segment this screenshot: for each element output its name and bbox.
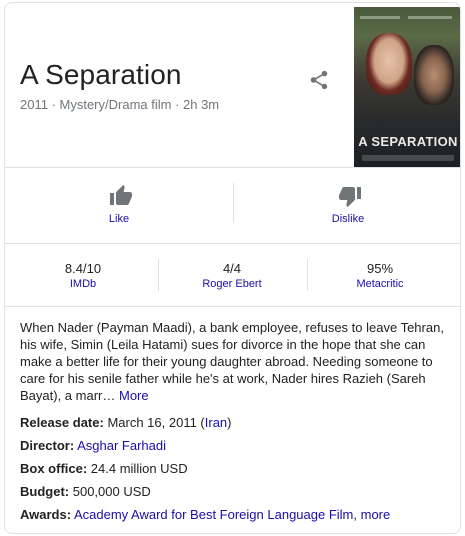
rating-value: 95% xyxy=(366,261,394,276)
fact-label: Release date: xyxy=(20,415,104,430)
fact-value: March 16, 2011 ( xyxy=(107,415,205,430)
fact-release-date: Release date: March 16, 2011 (Iran) xyxy=(20,415,232,430)
fact-value: 24.4 million USD xyxy=(90,461,188,476)
rating-source-link[interactable]: Metacritic xyxy=(304,278,456,290)
fact-label: Director: xyxy=(20,438,75,453)
rating-imdb[interactable]: 8.4/10 IMDb xyxy=(7,244,159,306)
fact-value-close: ) xyxy=(227,415,232,430)
poster-credits-strip xyxy=(360,11,456,21)
movie-description: When Nader (Payman Maadi), a bank employ… xyxy=(20,319,450,404)
like-button[interactable]: Like xyxy=(5,167,233,243)
movie-subtitle: 2011 · Mystery/Drama film · 2h 3m xyxy=(20,97,220,112)
knowledge-panel-card: A Separation 2011 · Mystery/Drama film ·… xyxy=(4,2,461,534)
poster-figure-woman xyxy=(366,33,412,95)
poster-billing-block xyxy=(362,155,454,161)
fact-label: Box office: xyxy=(20,461,88,476)
more-link[interactable]: More xyxy=(119,388,149,403)
poster-figure-man xyxy=(414,45,454,105)
fact-value: 500,000 USD xyxy=(72,484,151,499)
thumbs-down-icon xyxy=(339,187,361,207)
thumbs-up-icon xyxy=(110,185,132,205)
dislike-label: Dislike xyxy=(331,213,365,225)
fact-box-office: Box office: 24.4 million USD xyxy=(20,461,188,476)
fact-label: Awards: xyxy=(20,507,72,522)
share-button[interactable] xyxy=(308,69,330,91)
dislike-button[interactable]: Dislike xyxy=(234,167,460,243)
awards-more-link[interactable]: more xyxy=(361,507,391,522)
fact-director: Director: Asghar Farhadi xyxy=(20,438,166,453)
rating-value: 8.4/10 xyxy=(64,261,102,276)
header: A Separation 2011 · Mystery/Drama film ·… xyxy=(5,3,460,167)
movie-title: A Separation xyxy=(20,59,182,90)
director-link[interactable]: Asghar Farhadi xyxy=(77,438,166,453)
rating-roger-ebert[interactable]: 4/4 Roger Ebert xyxy=(156,244,308,306)
fact-budget: Budget: 500,000 USD xyxy=(20,484,151,499)
fact-label: Budget: xyxy=(20,484,70,499)
rating-value: 4/4 xyxy=(222,261,242,276)
rating-metacritic[interactable]: 95% Metacritic xyxy=(304,244,456,306)
divider xyxy=(5,306,460,307)
release-country-link[interactable]: Iran xyxy=(205,415,227,430)
rating-source-link[interactable]: Roger Ebert xyxy=(156,278,308,290)
poster-title-text: A SEPARATION xyxy=(358,134,458,149)
description-text: When Nader (Payman Maadi), a bank employ… xyxy=(20,320,444,403)
fact-awards: Awards: Academy Award for Best Foreign L… xyxy=(20,507,390,522)
share-icon xyxy=(310,70,328,90)
rating-source-link[interactable]: IMDb xyxy=(7,278,159,290)
like-label: Like xyxy=(108,213,130,225)
awards-separator: , xyxy=(353,507,361,522)
award-link[interactable]: Academy Award for Best Foreign Language … xyxy=(74,507,353,522)
movie-poster[interactable]: A SEPARATION xyxy=(354,7,460,167)
